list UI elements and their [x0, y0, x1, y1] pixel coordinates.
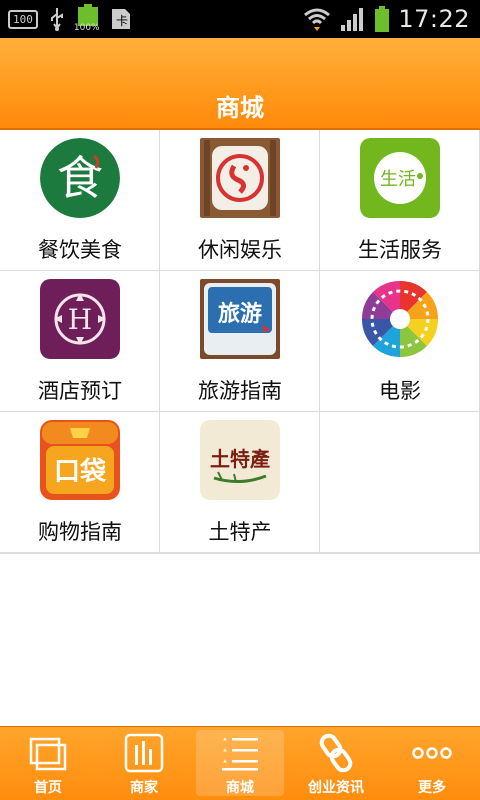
grid-item-local-specialty[interactable]: 土特產 土特产 [160, 412, 320, 553]
food-icon: 食 [40, 138, 120, 218]
grid-item-label: 购物指南 [38, 520, 122, 544]
nav-label: 创业资讯 [308, 780, 364, 796]
life-icon-glyph: 生活 [380, 169, 416, 190]
grid-item-label: 餐饮美食 [38, 238, 122, 262]
battery-notification-icon: 100% [73, 4, 100, 34]
nav-item-merchant[interactable]: 商家 [96, 727, 192, 800]
grid-item-life-service[interactable]: 生活 生活服务 [320, 130, 480, 271]
clock-time: 17:22 [398, 5, 470, 33]
svg-text:卡: 卡 [116, 14, 128, 28]
grid-item-label: 酒店预订 [38, 379, 122, 403]
more-icon [412, 747, 452, 759]
grid-item-label: 休闲娱乐 [198, 238, 282, 262]
grid-item-label: 电影 [379, 379, 421, 403]
travel-icon: 旅游 [200, 279, 280, 359]
nav-item-mall[interactable]: 商城 [192, 727, 288, 800]
nav-item-more[interactable]: 更多 [384, 727, 480, 800]
specialty-icon-glyph: 土特產 [210, 447, 270, 471]
battery-icon [375, 6, 390, 32]
nav-item-home[interactable]: 首页 [0, 727, 96, 800]
merchant-icon [124, 733, 164, 773]
usb-icon [50, 8, 63, 31]
grid-empty-cell [320, 412, 480, 553]
nav-label: 商家 [130, 780, 158, 796]
wifi-icon [304, 8, 331, 31]
local-specialty-icon: 土特產 [200, 420, 280, 500]
nav-label: 首页 [34, 780, 62, 796]
grid-item-movie[interactable]: 电影 [320, 271, 480, 412]
hotel-icon: H [40, 279, 120, 359]
shopping-icon-glyph: 口袋 [54, 457, 107, 487]
nav-item-startup-news[interactable]: 创业资讯 [288, 727, 384, 800]
signal-icon [341, 8, 364, 31]
shopping-icon: 口袋 [40, 420, 120, 500]
link-icon [319, 733, 353, 773]
grid-item-food[interactable]: 食 餐饮美食 [0, 130, 160, 271]
mall-icon [222, 737, 258, 771]
leisure-icon [200, 138, 280, 218]
grid-item-leisure[interactable]: 休闲娱乐 [160, 130, 320, 271]
grid-item-label: 土特产 [208, 520, 272, 544]
category-grid: 食 餐饮美食 休闲娱乐 生活 生活服务 H 酒店预订 旅游 旅游指南 电影 口袋… [0, 130, 480, 554]
sim-card-icon: 卡 [111, 9, 130, 29]
title-bar: 商城 [0, 38, 480, 130]
nav-label: 商城 [226, 780, 254, 796]
hotel-icon-glyph: H [68, 303, 92, 336]
home-icon [29, 737, 67, 771]
grid-item-label: 旅游指南 [198, 379, 282, 403]
app-screen: 100 100% 卡 17:22 商城 食 餐饮美食 休闲娱乐 生活 生活服务 … [0, 0, 480, 800]
nav-label: 更多 [418, 780, 446, 796]
movie-icon [360, 279, 440, 359]
bottom-nav: 首页 商家 商城 创业资讯 更多 [0, 726, 480, 800]
grid-item-travel[interactable]: 旅游 旅游指南 [160, 271, 320, 412]
battery-percent-text: 100% [73, 23, 100, 33]
travel-icon-glyph: 旅游 [218, 301, 262, 327]
page-title: 商城 [216, 94, 264, 122]
grid-item-hotel[interactable]: H 酒店预订 [0, 271, 160, 412]
life-service-icon: 生活 [360, 138, 440, 218]
grid-item-shopping[interactable]: 口袋 购物指南 [0, 412, 160, 553]
notification-badge: 100 [8, 9, 38, 29]
status-bar: 100 100% 卡 17:22 [0, 0, 480, 38]
grid-item-label: 生活服务 [358, 238, 442, 262]
